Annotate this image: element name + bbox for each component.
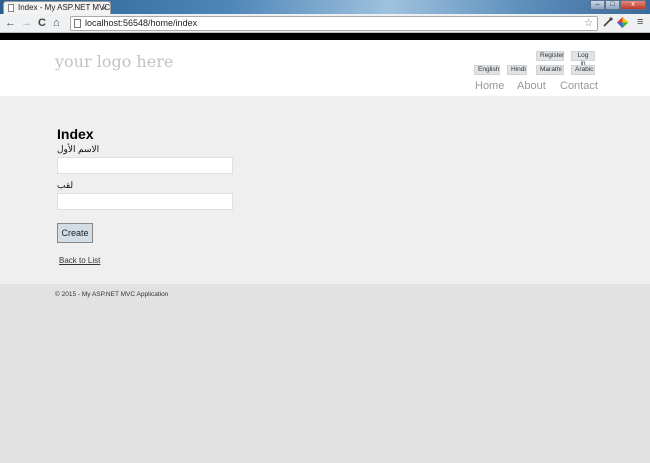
site-header: your logo here Register Log in English H… — [0, 40, 650, 96]
site-footer: © 2015 - My ASP.NET MVC Application — [0, 284, 650, 463]
page-title: Index — [57, 126, 94, 142]
last-name-input[interactable] — [57, 193, 233, 210]
maximize-window-button[interactable]: □ — [605, 0, 620, 10]
reload-icon[interactable]: C — [38, 16, 46, 30]
main-content: Index الاسم الأول لقب Create Back to Lis… — [0, 96, 650, 284]
window-controls: – □ x — [590, 0, 646, 11]
color-picker-extension-icon[interactable] — [617, 17, 628, 28]
register-link[interactable]: Register — [536, 51, 564, 61]
eyedropper-extension-icon[interactable] — [603, 17, 613, 27]
language-hindi-link[interactable]: Hindi — [507, 65, 527, 75]
close-tab-icon[interactable]: × — [102, 2, 107, 14]
site-top-bar — [0, 33, 650, 40]
language-marathi-link[interactable]: Marathi — [536, 65, 564, 75]
home-icon[interactable]: ⌂ — [53, 16, 60, 30]
close-window-button[interactable]: x — [620, 0, 646, 10]
last-name-label: لقب — [57, 180, 74, 190]
tab-title: Index - My ASP.NET MVC — [18, 3, 111, 12]
first-name-input[interactable] — [57, 157, 233, 174]
back-to-list-link[interactable]: Back to List — [59, 256, 100, 265]
first-name-label: الاسم الأول — [57, 144, 100, 154]
page-icon — [74, 19, 81, 28]
minimize-window-button[interactable]: – — [590, 0, 605, 10]
language-arabic-link[interactable]: Arabic — [571, 65, 595, 75]
create-button[interactable]: Create — [57, 223, 93, 243]
address-bar[interactable]: localhost:56548/home/index ☆ — [70, 16, 598, 31]
bookmark-star-icon[interactable]: ☆ — [584, 17, 593, 30]
login-link[interactable]: Log in — [571, 51, 595, 67]
browser-toolbar: ← → C ⌂ localhost:56548/home/index ☆ ≡ — [0, 14, 650, 33]
forward-arrow-icon[interactable]: → — [21, 16, 32, 30]
nav-home-link[interactable]: Home — [475, 80, 504, 92]
language-english-link[interactable]: English — [474, 65, 500, 75]
browser-menu-icon[interactable]: ≡ — [637, 15, 643, 29]
browser-titlebar: Index - My ASP.NET MVC × – □ x — [0, 0, 650, 14]
nav-about-link[interactable]: About — [517, 80, 546, 92]
nav-contact-link[interactable]: Contact — [560, 80, 598, 92]
footer-copyright: © 2015 - My ASP.NET MVC Application — [55, 291, 169, 298]
url-text: localhost:56548/home/index — [85, 18, 198, 28]
back-arrow-icon[interactable]: ← — [5, 16, 16, 30]
browser-tab[interactable]: Index - My ASP.NET MVC × — [3, 1, 111, 14]
page-favicon-icon — [8, 4, 14, 12]
site-logo[interactable]: your logo here — [55, 52, 173, 71]
